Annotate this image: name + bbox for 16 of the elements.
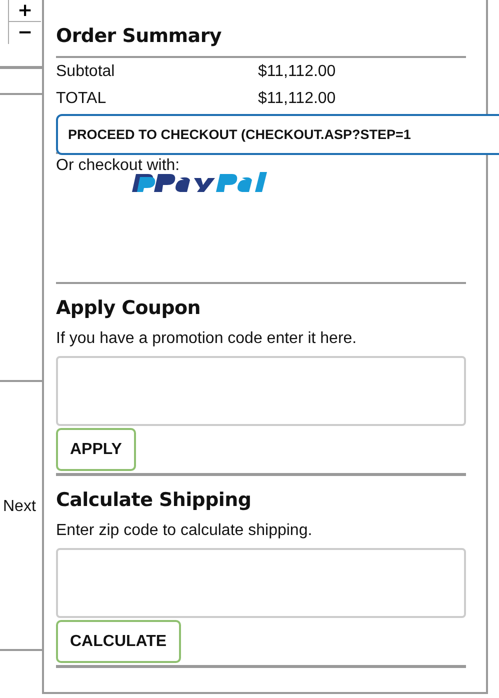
summary-label: TOTAL xyxy=(56,89,108,109)
checkout-button[interactable]: PROCEED TO CHECKOUT (CHECKOUT.ASP?STEP=1 xyxy=(56,114,499,155)
calculate-button[interactable]: CALCULATE xyxy=(56,620,181,663)
summary-value: $11,112.00 xyxy=(258,89,336,109)
summary-label: Subtotal xyxy=(56,62,116,82)
zip-code-field[interactable] xyxy=(56,548,466,618)
next-link[interactable]: Next xyxy=(3,498,42,516)
coupon-hint: If you have a promotion code enter it here. xyxy=(56,329,358,349)
alt-checkout-label: Or checkout with: xyxy=(56,156,181,176)
apply-button[interactable]: APPLY xyxy=(56,428,136,471)
shipping-hint: Enter zip code to calculate shipping. xyxy=(56,521,314,541)
section-title: Apply Coupon xyxy=(56,296,202,321)
summary-value: $11,112.00 xyxy=(258,62,336,82)
coupon-field[interactable] xyxy=(56,356,466,426)
section-title: Order Summary xyxy=(56,24,222,49)
section-title: Calculate Shipping xyxy=(56,488,252,513)
